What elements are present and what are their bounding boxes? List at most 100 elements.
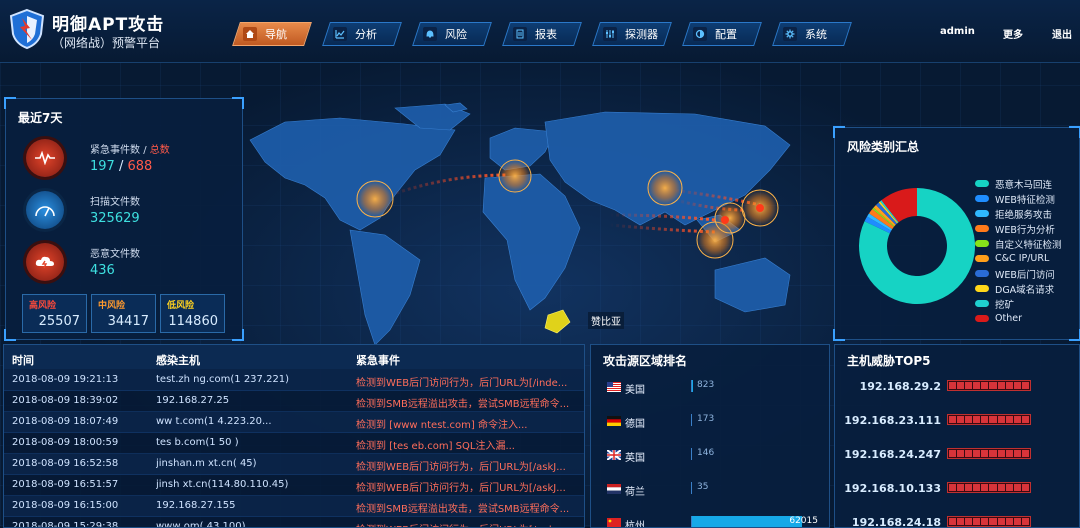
legend-item[interactable]: WEB后门访问 — [975, 266, 1062, 281]
legend-label: 恶意木马回连 — [995, 179, 1053, 191]
world-attack-map[interactable] — [245, 100, 830, 350]
table-row[interactable]: 2018-08-09 18:07:49 ww t.com(1 4.223.20..… — [4, 411, 584, 433]
list-item[interactable]: 德国 173 — [591, 405, 829, 439]
nav-label: 导航 — [265, 28, 287, 41]
nav-label: 风险 — [445, 28, 467, 41]
logout-link[interactable]: 退出 — [1052, 26, 1072, 41]
nav-item-risk[interactable]: 风险 — [412, 22, 492, 46]
medium-risk-label: 中风险 — [98, 301, 126, 311]
low-risk-value: 114860 — [168, 314, 218, 329]
nav-label: 报表 — [535, 28, 557, 41]
urgent-event: 检测到WEB后门访问行为，后门URL为[/askJ... — [356, 483, 566, 494]
col-time: 时间 — [12, 354, 34, 367]
event-time: 2018-08-09 19:21:13 — [12, 374, 119, 385]
chart-icon — [333, 27, 347, 41]
low-risk-label: 低风险 — [167, 301, 195, 311]
legend-item[interactable]: 恶意木马回连 — [975, 176, 1062, 191]
col-host: 感染主机 — [156, 354, 200, 367]
user-link[interactable]: admin — [940, 26, 975, 37]
list-item[interactable]: 192.168.10.133 — [835, 473, 1079, 507]
risk-category-donut[interactable] — [857, 186, 977, 306]
region-name: 英国 — [625, 453, 645, 464]
host-ip: 192.168.24.247 — [844, 448, 941, 461]
nav-item-system[interactable]: 系统 — [772, 22, 852, 46]
table-row[interactable]: 2018-08-09 16:15:00 192.168.27.155 检测到SMB远… — [4, 495, 584, 517]
legend-item[interactable]: DGA域名请求 — [975, 281, 1062, 296]
low-risk-box[interactable]: 低风险 114860 — [160, 294, 225, 333]
malicious-files-value: 436 — [90, 263, 115, 278]
more-link[interactable]: 更多 — [1003, 26, 1023, 41]
de-flag-icon — [607, 416, 621, 426]
legend-swatch — [975, 270, 989, 277]
list-item[interactable]: 美国 823 — [591, 371, 829, 405]
legend-swatch — [975, 180, 989, 187]
legend-swatch — [975, 315, 989, 322]
table-row[interactable]: 2018-08-09 15:29:38 www om( 43.100) 检测到WEB… — [4, 516, 584, 527]
medium-risk-box[interactable]: 中风险 34417 — [91, 294, 156, 333]
legend-item[interactable]: 挖矿 — [975, 296, 1062, 311]
threat-level-bar — [947, 380, 1031, 391]
attack-source-rank-title: 攻击源区域排名 — [603, 354, 688, 368]
host-threat-top5-panel: 主机威胁TOP5 192.168.29.2 192.168.23.111 192.1… — [834, 344, 1080, 528]
list-item[interactable]: 英国 146 — [591, 439, 829, 473]
nav-item-report[interactable]: 报表 — [502, 22, 582, 46]
event-time: 2018-08-09 18:39:02 — [12, 395, 119, 406]
nav-item-config[interactable]: 配置 — [682, 22, 762, 46]
legend-item[interactable]: 自定义特征检测 — [975, 236, 1062, 251]
threat-level-bar — [947, 516, 1031, 527]
table-row[interactable]: 2018-08-09 16:52:58 jinshan.m xt.cn( 45) 检… — [4, 453, 584, 475]
col-event: 紧急事件 — [356, 354, 400, 367]
rank-value: 173 — [697, 414, 715, 424]
list-item[interactable]: 杭州 62015 — [591, 507, 829, 527]
legend-swatch — [975, 240, 989, 247]
rank-bar: 173 — [691, 414, 822, 426]
nav-item-detector[interactable]: 探测器 — [592, 22, 672, 46]
high-risk-box[interactable]: 高风险 25507 — [22, 294, 87, 333]
list-item[interactable]: 192.168.24.247 — [835, 439, 1079, 473]
rank-value: 35 — [697, 482, 709, 492]
host-ip: 192.168.24.18 — [851, 516, 941, 527]
table-row[interactable]: 2018-08-09 18:39:02 192.168.27.25 检测到SMB远程… — [4, 390, 584, 412]
event-time: 2018-08-09 16:51:57 — [12, 479, 119, 490]
scanned-files-stat: 扫描文件数 325629 — [20, 189, 240, 233]
event-time: 2018-08-09 16:15:00 — [12, 500, 119, 511]
legend-swatch — [975, 300, 989, 307]
host-ip: 192.168.10.133 — [844, 482, 941, 495]
bell-icon — [423, 27, 437, 41]
sliders-icon — [603, 27, 617, 41]
urgent-events-value: 197 / 688 — [90, 159, 153, 174]
urgent-events-table: 时间 感染主机 紧急事件 2018-08-09 19:21:13 test.zh … — [3, 344, 585, 528]
list-item[interactable]: 192.168.29.2 — [835, 371, 1079, 405]
list-item[interactable]: 192.168.24.18 — [835, 507, 1079, 527]
malicious-files-label: 恶意文件数 — [90, 249, 140, 260]
list-item[interactable]: 荷兰 35 — [591, 473, 829, 507]
legend-item[interactable]: C&C IP/URL — [975, 251, 1062, 266]
high-risk-label: 高风险 — [29, 301, 57, 311]
event-time: 2018-08-09 16:52:58 — [12, 458, 119, 469]
nl-flag-icon — [607, 484, 621, 494]
region-name: 美国 — [625, 385, 645, 396]
legend-label: 自定义特征检测 — [995, 239, 1062, 251]
nav-item-home[interactable]: 导航 — [232, 22, 312, 46]
legend-swatch — [975, 285, 989, 292]
rank-value: 823 — [697, 380, 715, 390]
table-row[interactable]: 2018-08-09 18:00:59 tes b.com(1 50 ) 检测到 [… — [4, 432, 584, 454]
home-icon — [243, 27, 257, 41]
risk-category-panel: 风险类别汇总 恶意木马回连 WEB特征检测 拒绝服务攻击 WEB行为分析 自定义特征检测… — [833, 126, 1080, 341]
threat-level-bar — [947, 414, 1031, 425]
legend-item[interactable]: WEB行为分析 — [975, 221, 1062, 236]
nav-item-analysis[interactable]: 分析 — [322, 22, 402, 46]
host-threat-top5-title: 主机威胁TOP5 — [847, 354, 931, 368]
infected-host: tes b.com(1 50 ) — [156, 437, 239, 448]
table-row[interactable]: 2018-08-09 16:51:57 jinsh xt.cn(114.80.11… — [4, 474, 584, 496]
legend-label: WEB后门访问 — [995, 269, 1055, 281]
list-item[interactable]: 192.168.23.111 — [835, 405, 1079, 439]
table-row[interactable]: 2018-08-09 19:21:13 test.zh ng.com(1 237.… — [4, 369, 584, 391]
attack-source-list: 美国 823 德国 173 英国 146 荷兰 35 杭州 62015 — [591, 371, 829, 527]
urgent-event: 检测到 [www ntest.com] 命令注入... — [356, 420, 528, 431]
legend-item[interactable]: 拒绝服务攻击 — [975, 206, 1062, 221]
legend-swatch — [975, 255, 989, 262]
legend-item[interactable]: WEB特征检测 — [975, 191, 1062, 206]
rank-bar: 62015 — [691, 516, 822, 527]
legend-item[interactable]: Other — [975, 311, 1062, 326]
